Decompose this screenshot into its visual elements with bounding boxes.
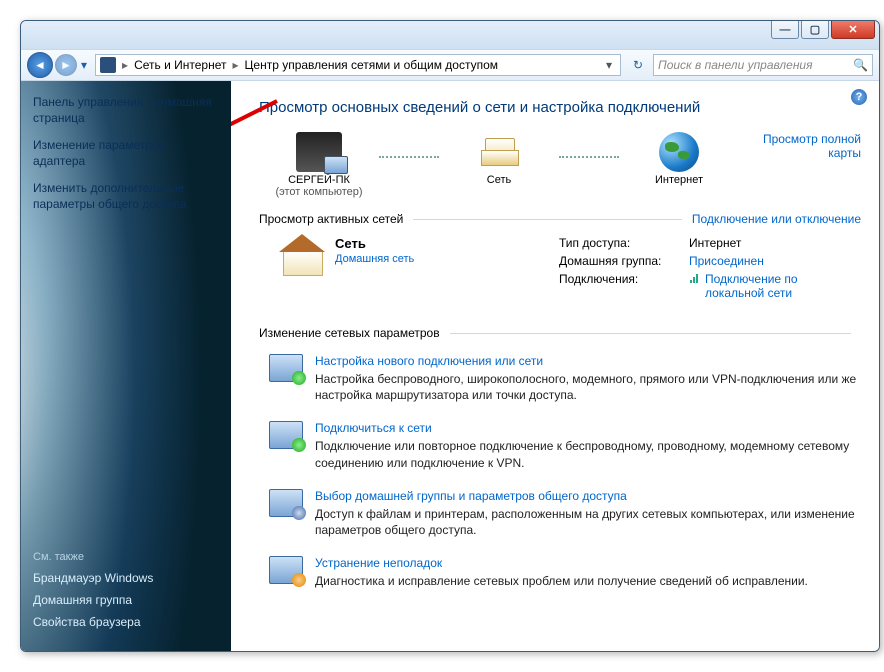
task-troubleshoot: Устранение неполадок Диагностика и испра… <box>269 556 861 589</box>
page-title: Просмотр основных сведений о сети и наст… <box>259 99 861 116</box>
troubleshoot-icon <box>269 556 303 584</box>
connect-network-link[interactable]: Подключиться к сети <box>315 421 432 435</box>
map-line <box>559 156 619 168</box>
nav-bar: ◄ ► ▾ ▸ Сеть и Интернет ▸ Центр управлен… <box>21 49 879 81</box>
sidebar-see-also: См. также Брандмауэр Windows Домашняя гр… <box>33 551 219 637</box>
homegroup-desc: Доступ к файлам и принтерам, расположенн… <box>315 506 861 538</box>
homegroup-link[interactable]: Выбор домашней группы и параметров общег… <box>315 489 627 503</box>
divider <box>450 333 851 334</box>
breadcrumb-sep: ▸ <box>230 58 240 72</box>
connect-network-desc: Подключение или повторное подключение к … <box>315 438 861 470</box>
map-pc-name: СЕРГЕЙ-ПК <box>259 174 379 186</box>
troubleshoot-desc: Диагностика и исправление сетевых пробле… <box>315 573 808 589</box>
sidebar: Панель управления - домашняя страница Из… <box>21 81 231 651</box>
connect-disconnect-link[interactable]: Подключение или отключение <box>692 212 861 226</box>
sidebar-adapter-link[interactable]: Изменение параметров адаптера <box>33 138 219 169</box>
see-also-homegroup[interactable]: Домашняя группа <box>33 593 219 607</box>
main-panel: ? Просмотр основных сведений о сети и на… <box>231 81 879 651</box>
back-icon: ◄ <box>34 58 46 72</box>
back-button[interactable]: ◄ <box>27 52 53 78</box>
network-map: СЕРГЕЙ-ПК (этот компьютер) Сеть Интернет… <box>259 132 861 198</box>
search-placeholder: Поиск в панели управления <box>658 58 813 72</box>
search-input[interactable]: Поиск в панели управления 🔍 <box>653 54 873 76</box>
connection-link[interactable]: Подключение по локальной сети <box>705 272 835 300</box>
network-name: Сеть <box>335 236 414 251</box>
forward-icon: ► <box>60 58 72 72</box>
divider <box>413 219 682 220</box>
homegroup-link[interactable]: Присоединен <box>689 254 835 268</box>
history-dropdown[interactable]: ▾ <box>79 58 89 72</box>
maximize-button[interactable]: ▢ <box>801 21 829 39</box>
change-settings-header: Изменение сетевых параметров <box>259 326 440 340</box>
breadcrumb-item-1[interactable]: Сеть и Интернет <box>130 58 230 72</box>
new-connection-icon <box>269 354 303 382</box>
forward-button[interactable]: ► <box>55 54 77 76</box>
connections-label: Подключения: <box>559 272 689 300</box>
troubleshoot-link[interactable]: Устранение неполадок <box>315 556 442 570</box>
task-homegroup: Выбор домашней группы и параметров общег… <box>269 489 861 538</box>
see-also-browser[interactable]: Свойства браузера <box>33 615 219 629</box>
sidebar-sharing-link[interactable]: Изменить дополнительные параметры общего… <box>33 181 219 212</box>
see-also-header: См. также <box>33 551 219 563</box>
map-line <box>379 156 439 168</box>
new-connection-link[interactable]: Настройка нового подключения или сети <box>315 354 543 368</box>
sidebar-home-link[interactable]: Панель управления - домашняя страница <box>33 95 219 126</box>
map-pc-sub: (этот компьютер) <box>259 186 379 198</box>
help-button[interactable]: ? <box>851 89 867 105</box>
see-also-firewall[interactable]: Брандмауэр Windows <box>33 571 219 585</box>
connection-icon <box>689 272 701 284</box>
globe-icon <box>659 132 699 172</box>
breadcrumb-dropdown[interactable]: ▾ <box>602 58 616 72</box>
homegroup-icon <box>269 489 303 517</box>
refresh-icon: ↻ <box>633 58 643 72</box>
map-network[interactable]: Сеть <box>439 132 559 186</box>
title-bar: — ▢ ✕ <box>21 21 879 49</box>
new-connection-desc: Настройка беспроводного, широкополосного… <box>315 371 861 403</box>
map-internet[interactable]: Интернет <box>619 132 739 186</box>
breadcrumb-sep: ▸ <box>120 58 130 72</box>
active-networks-header: Просмотр активных сетей <box>259 212 403 226</box>
task-connect-network: Подключиться к сети Подключение или повт… <box>269 421 861 470</box>
search-icon: 🔍 <box>853 58 868 72</box>
access-type-label: Тип доступа: <box>559 236 689 250</box>
access-type-value: Интернет <box>689 236 835 250</box>
network-icon <box>477 132 521 172</box>
home-network-icon <box>279 236 325 276</box>
task-new-connection: Настройка нового подключения или сети На… <box>269 354 861 403</box>
map-internet-label: Интернет <box>619 174 739 186</box>
breadcrumb-item-2[interactable]: Центр управления сетями и общим доступом <box>241 58 503 72</box>
homegroup-label: Домашняя группа: <box>559 254 689 268</box>
minimize-button[interactable]: — <box>771 21 799 39</box>
network-type-link[interactable]: Домашняя сеть <box>335 253 414 265</box>
breadcrumb-root-icon <box>100 57 116 73</box>
computer-icon <box>296 132 342 172</box>
refresh-button[interactable]: ↻ <box>627 54 649 76</box>
map-net-label: Сеть <box>439 174 559 186</box>
breadcrumb[interactable]: ▸ Сеть и Интернет ▸ Центр управления сет… <box>95 54 621 76</box>
connect-network-icon <box>269 421 303 449</box>
close-button[interactable]: ✕ <box>831 21 875 39</box>
full-map-link[interactable]: Просмотр полной карты <box>739 132 861 160</box>
map-this-pc[interactable]: СЕРГЕЙ-ПК (этот компьютер) <box>259 132 379 198</box>
